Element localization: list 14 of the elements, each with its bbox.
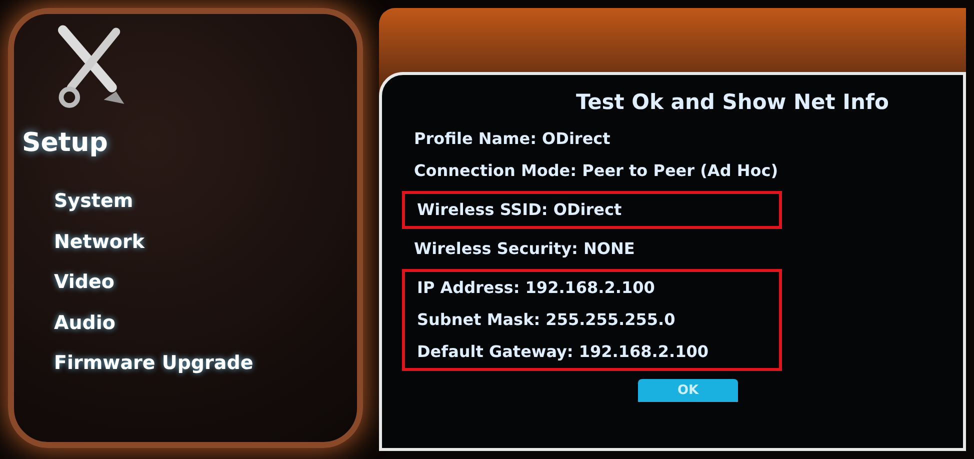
menu-item[interactable]: Video (54, 268, 357, 296)
info-line: Connection Mode: Peer to Peer (Ad Hoc) (414, 160, 780, 182)
menu-item[interactable]: System (54, 187, 357, 216)
info-line: IP Address: 192.168.2.100 (417, 276, 656, 298)
info-line: Wireless Security: NONE (414, 238, 636, 260)
info-line: Profile Name: ODirect (414, 128, 612, 150)
dialog-title: Test Ok and Show Net Info (576, 89, 889, 116)
sidebar-title: Setup (22, 127, 109, 160)
menu-item[interactable]: Audio (54, 308, 357, 337)
menu-item[interactable]: Firmware Upgrade (54, 349, 357, 378)
info-line: Wireless SSID: ODirect (417, 198, 623, 220)
info-line: Default Gateway: 192.168.2.100 (417, 340, 710, 362)
info-line: Subnet Mask: 255.255.255.0 (417, 308, 676, 330)
menu-item[interactable]: Network (54, 228, 357, 256)
